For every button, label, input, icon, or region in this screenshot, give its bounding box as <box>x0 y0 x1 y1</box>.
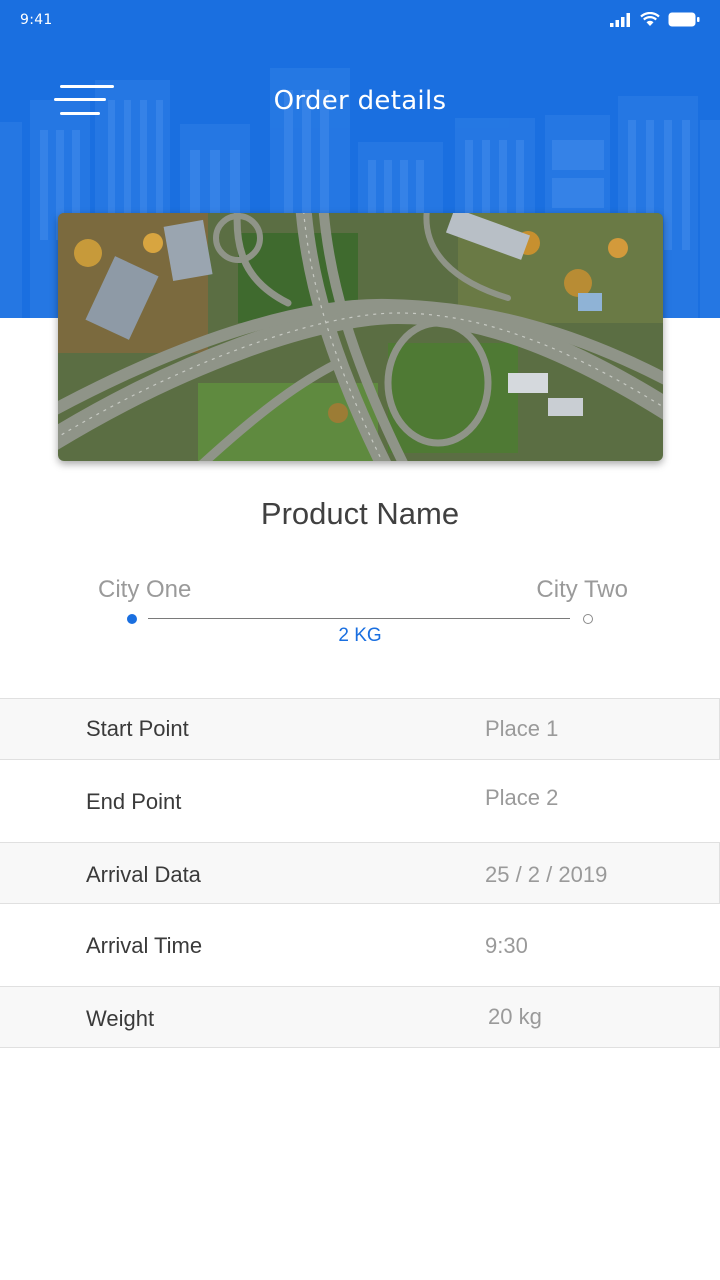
status-icons <box>610 12 700 27</box>
route-end-dot <box>583 614 593 624</box>
detail-label: Weight <box>86 1006 155 1031</box>
page-title: Order details <box>273 86 447 116</box>
wifi-icon <box>640 12 660 26</box>
signal-icon <box>610 12 630 27</box>
product-name: Product Name <box>260 496 460 531</box>
detail-row-arrival-time: Arrival Time 9:30 <box>0 914 720 976</box>
route-line <box>148 618 570 619</box>
origin-city: City One <box>98 576 192 603</box>
route-weight: 2 KG <box>338 625 382 646</box>
battery-icon <box>668 12 700 27</box>
detail-value: 20 kg <box>488 1004 542 1029</box>
destination-city: City Two <box>536 576 628 603</box>
detail-row-start-point: Start Point Place 1 <box>0 698 720 760</box>
detail-label: Arrival Time <box>86 933 203 958</box>
detail-label: Start Point <box>86 716 189 741</box>
status-bar: 9:41 <box>0 0 720 40</box>
hero-image-card <box>58 213 663 461</box>
aerial-highway-image <box>58 213 663 461</box>
detail-row-arrival-date: Arrival Data 25 / 2 / 2019 <box>0 842 720 904</box>
detail-value: 9:30 <box>485 933 528 958</box>
detail-value: 25 / 2 / 2019 <box>485 862 608 887</box>
detail-value: Place 1 <box>485 716 559 741</box>
detail-label: End Point <box>86 789 182 814</box>
detail-row-end-point: End Point Place 2 <box>0 770 720 832</box>
route-start-dot <box>127 614 137 624</box>
detail-value: Place 2 <box>485 785 559 810</box>
detail-label: Arrival Data <box>86 862 201 887</box>
status-time: 9:41 <box>20 12 53 28</box>
detail-row-weight: Weight 20 kg <box>0 986 720 1048</box>
